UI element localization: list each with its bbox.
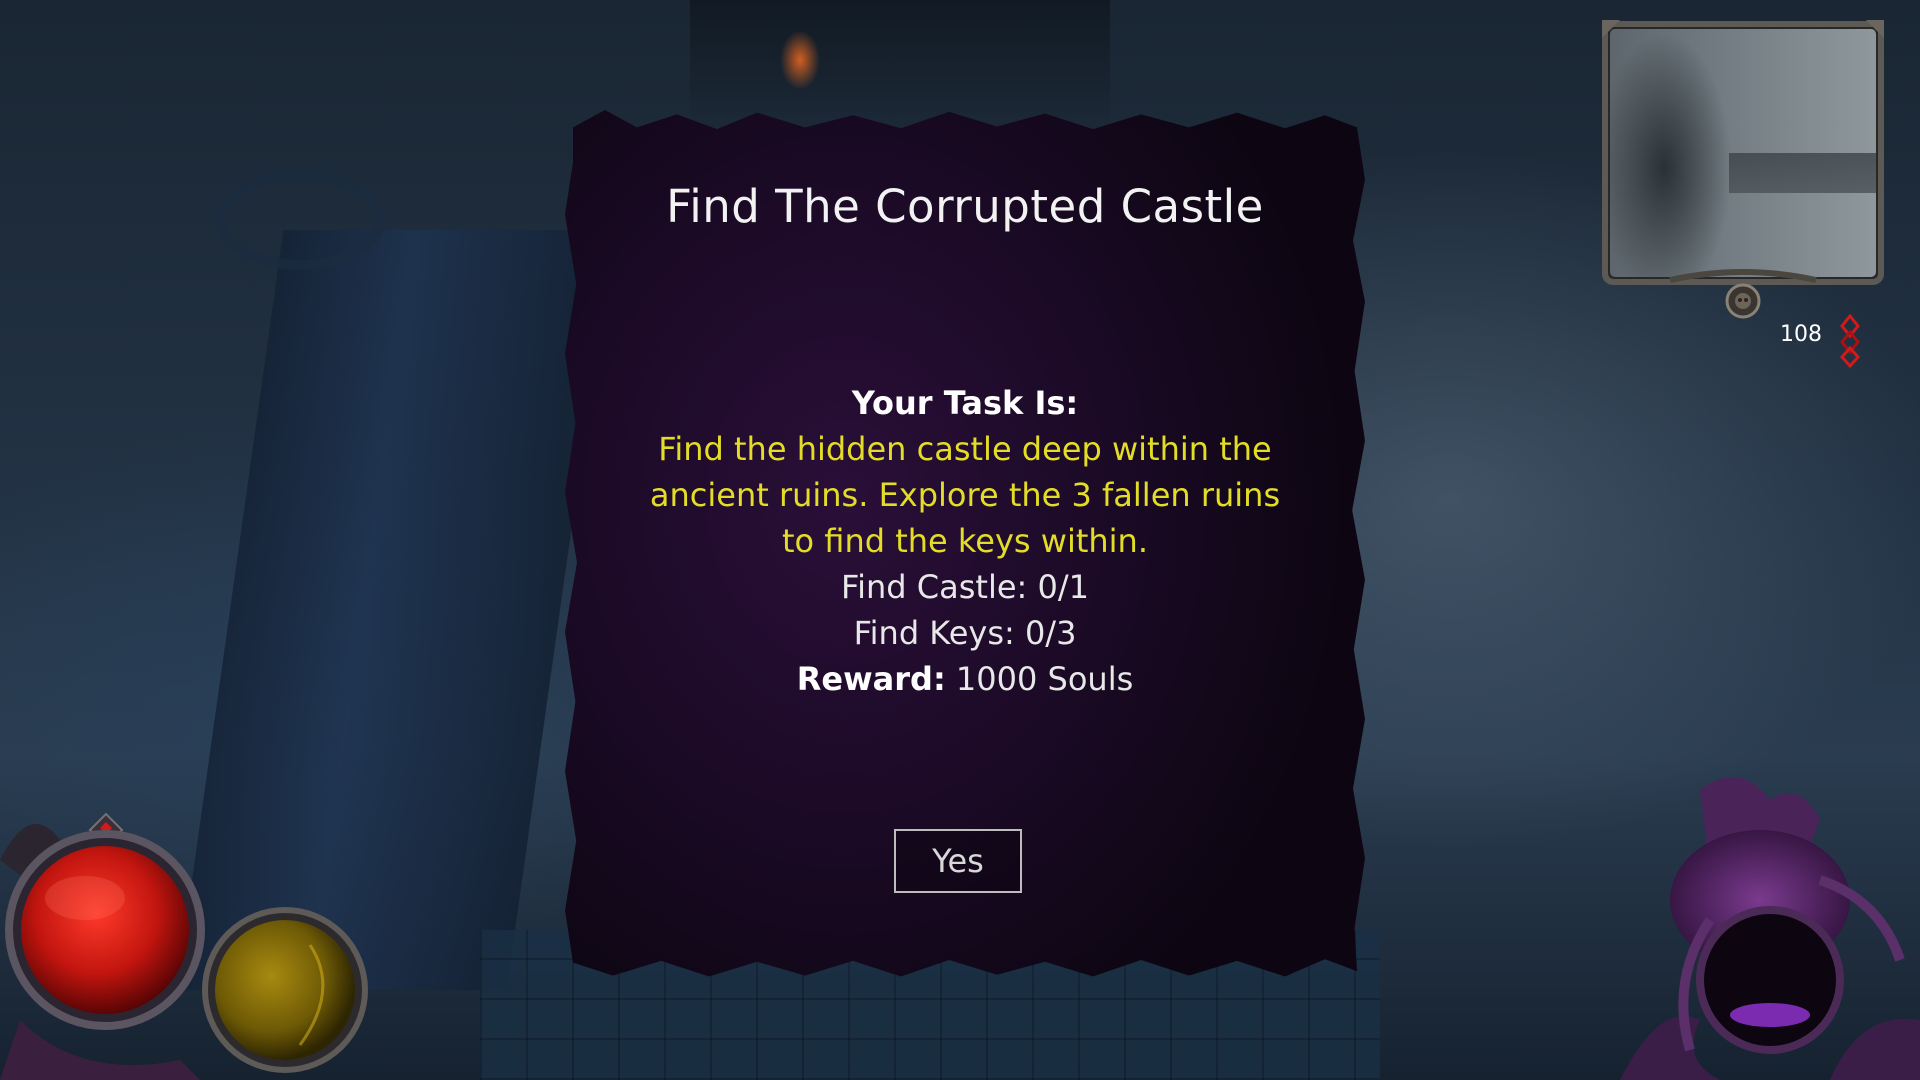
objective-find-keys: Find Keys: 0/3 [853,614,1077,652]
reward-label: Reward: [796,660,946,698]
task-description: Find the hidden castle deep within the a… [649,430,1281,560]
quest-body: Your Task Is: Find the hidden castle dee… [645,380,1285,702]
quest-title: Find The Corrupted Castle [666,180,1264,233]
minimap-frame [1602,20,1884,285]
background-stone-pillar [176,230,614,990]
mana-orb [215,920,355,1060]
creature-heart-ornament [1620,777,1920,1080]
quest-dialog: Find The Corrupted Castle Your Task Is: … [565,110,1365,977]
yes-button[interactable]: Yes [894,829,1022,893]
health-orb [21,846,189,1014]
game-scene: Find The Corrupted Castle Your Task Is: … [0,0,1920,1080]
skull-emblem-icon [1725,283,1761,319]
background-stone-ring [215,170,385,270]
health-orb-frame [0,812,205,1080]
mana-orb-frame [202,907,368,1073]
reward-line: Reward: 1000 Souls [645,656,1285,702]
torch-glow [780,30,820,90]
reward-value: 1000 Souls [955,660,1134,698]
soul-count: 108 [1780,322,1822,347]
soul-diamond-icon [1839,314,1861,368]
objective-find-castle: Find Castle: 0/1 [841,568,1089,606]
minimap[interactable] [1600,18,1886,319]
task-heading: Your Task Is: [851,384,1079,422]
